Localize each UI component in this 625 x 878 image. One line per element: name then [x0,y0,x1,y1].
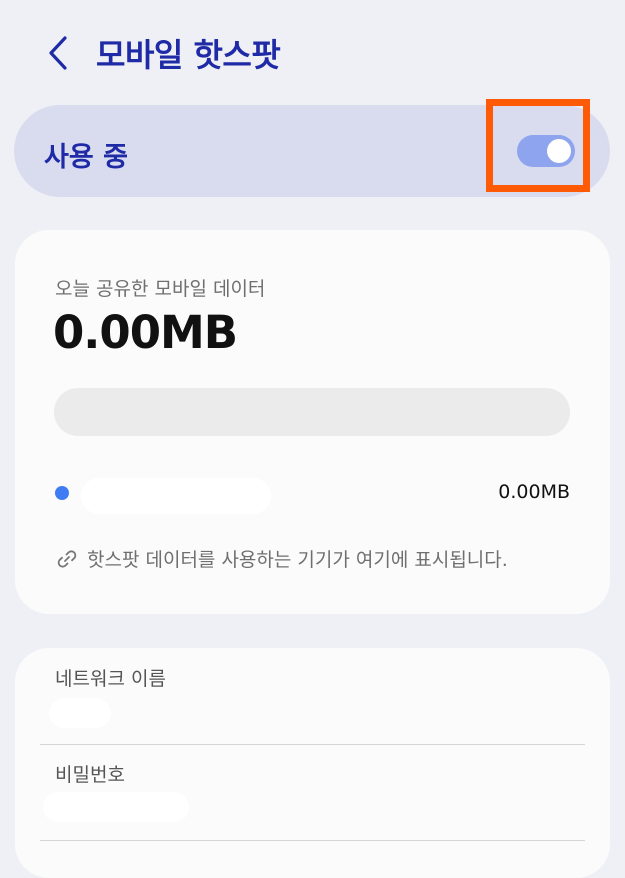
back-button[interactable] [40,30,76,76]
divider [40,840,585,841]
hotspot-status-label: 사용 중 [44,142,128,173]
password-redacted[interactable] [43,792,189,822]
device-color-dot [55,486,69,500]
header: 모바일 핫스팟 [0,0,625,105]
network-name-label: 네트워크 이름 [55,668,166,690]
hint-text: 핫스팟 데이터를 사용하는 기기가 여기에 표시됩니다. [87,549,508,571]
page-title: 모바일 핫스팟 [96,36,281,74]
toggle-knob [547,139,571,163]
password-label: 비밀번호 [55,764,125,786]
hotspot-toggle[interactable] [517,135,575,167]
link-icon [57,549,77,568]
network-info-card: 네트워크 이름 비밀번호 [15,648,610,878]
usage-bar [54,388,570,436]
hint-row: 핫스팟 데이터를 사용하는 기기가 여기에 표시됩니다. [55,545,508,572]
usage-label: 오늘 공유한 모바일 데이터 [55,278,266,300]
device-name-redacted [81,478,271,514]
data-usage-card: 오늘 공유한 모바일 데이터 0.00MB 0.00MB 핫스팟 데이터를 사용… [15,230,610,614]
divider [40,744,585,745]
hotspot-switch-bar[interactable]: 사용 중 [14,99,610,197]
network-name-redacted[interactable] [49,698,111,728]
chevron-left-icon [49,36,67,70]
device-usage: 0.00MB [498,481,570,503]
usage-total: 0.00MB [53,306,238,359]
